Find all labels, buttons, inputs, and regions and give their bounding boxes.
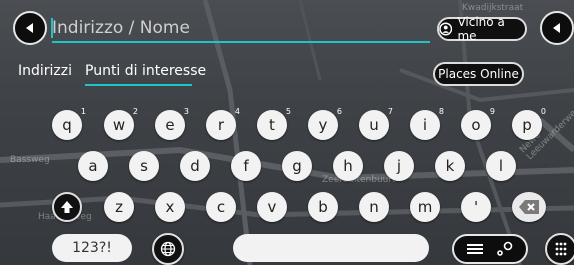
key-n[interactable]: n bbox=[359, 192, 389, 222]
key-q[interactable]: q1 bbox=[52, 107, 86, 140]
list-icon bbox=[467, 244, 483, 254]
active-tab-indicator bbox=[85, 84, 192, 86]
key-label: y bbox=[318, 116, 328, 134]
key-label: u bbox=[369, 116, 379, 134]
search-input-underline bbox=[52, 41, 430, 43]
map-street-label: Kwadijkstraat bbox=[462, 3, 524, 13]
shift-arrow-icon bbox=[61, 201, 73, 213]
places-online-label: Places Online bbox=[438, 67, 519, 81]
key-t[interactable]: t5 bbox=[257, 107, 291, 140]
key-d[interactable]: d bbox=[180, 151, 210, 181]
backspace-icon bbox=[519, 200, 539, 214]
location-pin-icon bbox=[439, 22, 453, 36]
key-w[interactable]: w2 bbox=[104, 107, 138, 140]
key-i[interactable]: i8 bbox=[410, 107, 444, 140]
space-key[interactable] bbox=[233, 234, 429, 262]
key-label: k bbox=[445, 157, 455, 175]
key-g[interactable]: g bbox=[282, 151, 312, 181]
numeric-keyboard-button[interactable]: 123?! bbox=[52, 234, 132, 262]
key-label: g bbox=[292, 157, 302, 175]
key-v[interactable]: v bbox=[257, 192, 287, 222]
key-label: z bbox=[115, 198, 123, 216]
key-z[interactable]: z bbox=[104, 192, 134, 222]
key-label: w bbox=[112, 116, 126, 134]
key-apostrophe[interactable]: ' bbox=[461, 192, 491, 222]
key-label: v bbox=[267, 198, 277, 216]
key-m[interactable]: m bbox=[410, 192, 440, 222]
navigate-button[interactable] bbox=[540, 11, 574, 45]
arrow-left-icon bbox=[553, 23, 560, 33]
key-s[interactable]: s bbox=[129, 151, 159, 181]
key-u[interactable]: u7 bbox=[359, 107, 393, 140]
key-label: q bbox=[62, 116, 72, 134]
key-label: ' bbox=[473, 198, 479, 216]
shift-key[interactable] bbox=[52, 192, 82, 222]
key-alt-label: 4 bbox=[234, 107, 240, 116]
key-f[interactable]: f bbox=[231, 151, 261, 181]
search-input[interactable]: Indirizzo / Nome bbox=[52, 17, 190, 39]
key-label: f bbox=[243, 157, 249, 175]
key-e[interactable]: e3 bbox=[155, 107, 189, 140]
near-me-label: Vicino a me bbox=[457, 15, 505, 43]
key-label: p bbox=[522, 116, 532, 134]
key-p[interactable]: p0 bbox=[512, 107, 546, 140]
key-label: i bbox=[422, 116, 428, 134]
key-b[interactable]: b bbox=[308, 192, 338, 222]
key-label: a bbox=[88, 157, 98, 175]
key-alt-label: 3 bbox=[183, 107, 189, 116]
key-alt-label: 7 bbox=[387, 107, 393, 116]
key-label: s bbox=[140, 157, 148, 175]
key-alt-label: 8 bbox=[438, 107, 444, 116]
key-l[interactable]: l bbox=[486, 151, 516, 181]
key-alt-label: 2 bbox=[132, 107, 138, 116]
near-me-button[interactable]: Vicino a me bbox=[437, 15, 527, 43]
key-c[interactable]: c bbox=[206, 192, 236, 222]
key-label: x bbox=[165, 198, 175, 216]
numeric-keyboard-label: 123?! bbox=[72, 240, 112, 256]
key-label: n bbox=[369, 198, 379, 216]
language-button[interactable] bbox=[152, 233, 184, 265]
key-r[interactable]: r4 bbox=[206, 107, 240, 140]
grid-menu-icon bbox=[555, 242, 567, 256]
map-points-icon bbox=[497, 241, 513, 256]
back-arrow-icon bbox=[26, 23, 33, 33]
key-label: c bbox=[216, 198, 226, 216]
globe-icon bbox=[160, 241, 176, 257]
key-label: b bbox=[318, 198, 328, 216]
back-button[interactable] bbox=[13, 11, 47, 45]
key-x[interactable]: x bbox=[155, 192, 185, 222]
key-y[interactable]: y6 bbox=[308, 107, 342, 140]
key-alt-label: 0 bbox=[540, 107, 546, 116]
key-alt-label: 9 bbox=[489, 107, 495, 116]
key-k[interactable]: k bbox=[435, 151, 465, 181]
main-menu-button[interactable] bbox=[545, 233, 574, 265]
places-online-button[interactable]: Places Online bbox=[433, 62, 524, 86]
tab-punti-di-interesse[interactable]: Punti di interesse bbox=[85, 63, 206, 79]
key-label: l bbox=[498, 157, 504, 175]
tab-indirizzi[interactable]: Indirizzi bbox=[18, 63, 72, 79]
key-j[interactable]: j bbox=[384, 151, 414, 181]
key-label: d bbox=[190, 157, 200, 175]
key-label: t bbox=[269, 116, 275, 134]
map-street-label: Zeeraaltenbuurt bbox=[322, 175, 396, 185]
key-label: e bbox=[165, 116, 175, 134]
key-label: m bbox=[417, 198, 433, 216]
key-alt-label: 6 bbox=[336, 107, 342, 116]
key-alt-label: 1 bbox=[80, 107, 86, 116]
key-alt-label: 5 bbox=[285, 107, 291, 116]
key-label: r bbox=[217, 116, 225, 134]
key-h[interactable]: h bbox=[333, 151, 363, 181]
key-a[interactable]: a bbox=[78, 151, 108, 181]
view-toggle-button[interactable] bbox=[452, 234, 528, 264]
backspace-key[interactable] bbox=[512, 192, 546, 222]
key-label: h bbox=[343, 157, 353, 175]
key-label: o bbox=[471, 116, 481, 134]
map-street-label: Bassweg bbox=[10, 155, 50, 165]
key-label: j bbox=[396, 157, 402, 175]
key-o[interactable]: o9 bbox=[461, 107, 495, 140]
